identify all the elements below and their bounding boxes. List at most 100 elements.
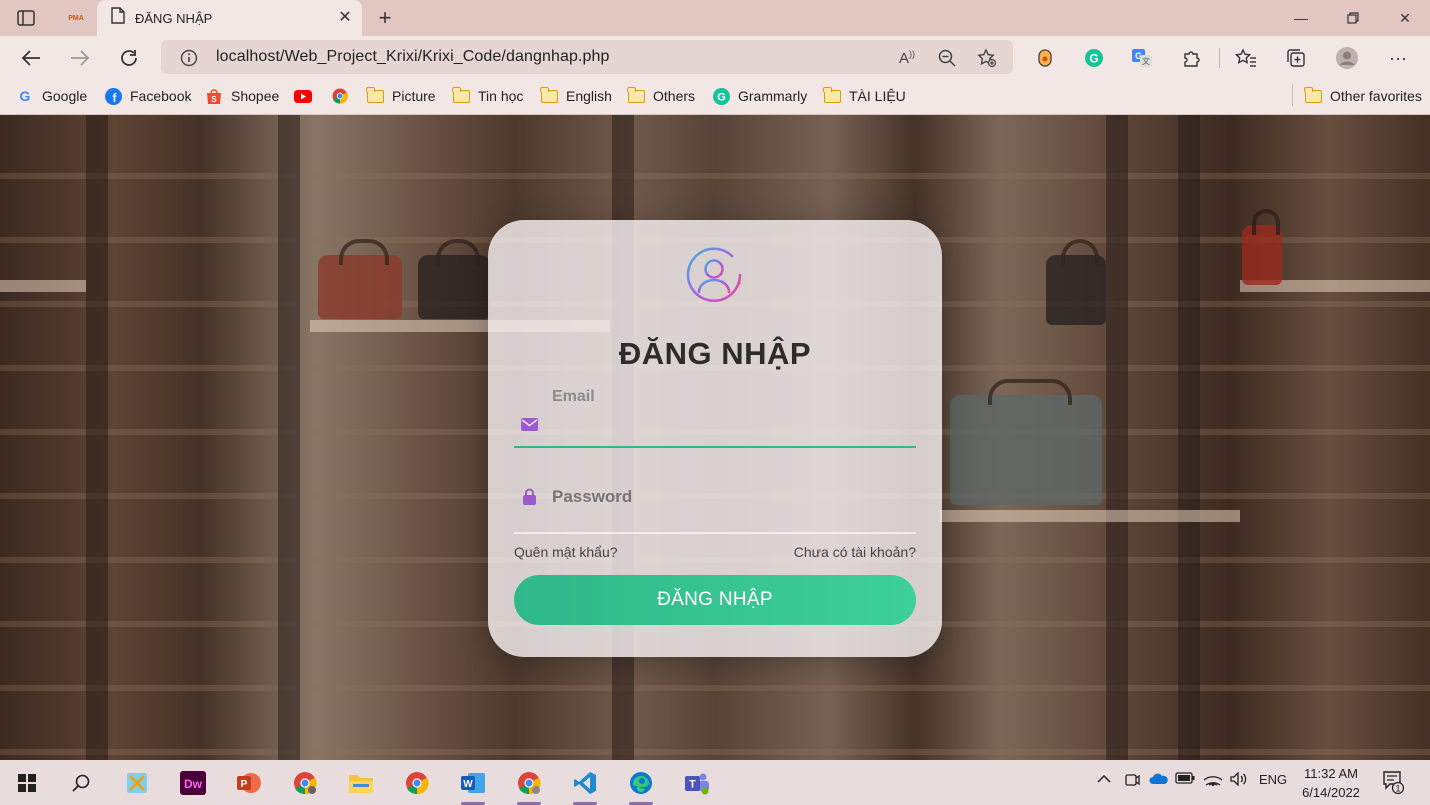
- collections-icon[interactable]: [1282, 44, 1310, 72]
- extensions-puzzle-icon[interactable]: [1178, 44, 1206, 72]
- forward-button[interactable]: [66, 44, 94, 72]
- bookmark-label: Google: [42, 88, 88, 104]
- email-input[interactable]: [514, 410, 916, 440]
- notification-count: 1: [1395, 784, 1400, 794]
- handbag-image: [1242, 209, 1282, 285]
- bookmark-label: Others: [653, 88, 696, 104]
- file-explorer-icon[interactable]: [343, 766, 379, 800]
- svg-text:G: G: [1089, 52, 1098, 66]
- pinned-tab-pma[interactable]: PMA: [56, 0, 96, 36]
- address-bar[interactable]: localhost/Web_Project_Krixi/Krixi_Code/d…: [161, 40, 1013, 74]
- dreamweaver-icon[interactable]: Dw: [175, 766, 211, 800]
- show-hidden-icons-icon[interactable]: [1097, 772, 1111, 787]
- bookmark-folder-english[interactable]: English: [539, 85, 612, 107]
- bookmark-folder-tin-hoc[interactable]: Tin học: [451, 85, 523, 107]
- chrome-profile-icon[interactable]: [287, 766, 323, 800]
- clock-time: 11:32 AM: [1304, 766, 1358, 781]
- bookmark-shopee[interactable]: S Shopee: [205, 85, 279, 107]
- translate-extension-icon[interactable]: G文: [1128, 44, 1156, 72]
- close-tab-icon[interactable]: ✕: [336, 9, 354, 27]
- svg-text:T: T: [689, 779, 696, 791]
- favorites-icon[interactable]: [1232, 44, 1260, 72]
- bookmark-youtube[interactable]: [294, 85, 320, 107]
- add-favorite-icon[interactable]: [976, 47, 998, 69]
- register-link[interactable]: Chưa có tài khoản?: [794, 544, 916, 560]
- new-tab-button[interactable]: +: [372, 5, 398, 31]
- tab-dang-nhap[interactable]: ĐĂNG NHẬP ✕: [97, 0, 362, 36]
- minimize-button[interactable]: —: [1286, 4, 1316, 32]
- bookmark-google[interactable]: G Google: [16, 85, 88, 107]
- shopee-icon: S: [205, 87, 223, 105]
- word-icon[interactable]: W: [455, 766, 491, 805]
- onedrive-icon[interactable]: [1149, 772, 1169, 788]
- store-shelf-post: [1106, 115, 1128, 760]
- tab-actions-icon[interactable]: [14, 6, 38, 30]
- bookmark-folder-others[interactable]: Others: [626, 85, 696, 107]
- windows-start-icon[interactable]: [9, 766, 45, 800]
- tab-title: ĐĂNG NHẬP: [135, 10, 213, 26]
- notification-center-icon[interactable]: 1: [1382, 770, 1405, 797]
- bookmark-grammarly[interactable]: G Grammarly: [712, 85, 807, 107]
- handbag-image: [318, 239, 402, 319]
- toolbar-divider: [1219, 48, 1220, 68]
- system-clock[interactable]: 11:32 AM 6/14/2022: [1296, 764, 1366, 802]
- bookmark-folder-picture[interactable]: Picture: [365, 85, 436, 107]
- edge-icon[interactable]: [623, 766, 659, 805]
- search-icon[interactable]: [63, 766, 99, 800]
- volume-icon[interactable]: [1230, 771, 1248, 789]
- svg-text:S: S: [211, 95, 217, 104]
- bookmark-label: Picture: [392, 88, 436, 104]
- bookmark-label: TÀI LIỆU: [849, 88, 906, 104]
- page-icon: [111, 7, 125, 29]
- language-indicator[interactable]: ENG: [1259, 772, 1287, 787]
- meet-now-icon[interactable]: [1124, 772, 1140, 791]
- login-card: ĐĂNG NHẬP Email Quên mật khẩu? Chưa có t…: [488, 220, 942, 657]
- profile-avatar[interactable]: [1333, 44, 1361, 72]
- vscode-icon[interactable]: [567, 766, 603, 805]
- login-button[interactable]: ĐĂNG NHẬP: [514, 575, 916, 625]
- bookmark-chrome-web[interactable]: [331, 85, 357, 107]
- wifi-icon[interactable]: [1203, 772, 1223, 789]
- chrome-app-icon[interactable]: [511, 766, 547, 805]
- svg-text:W: W: [463, 779, 473, 790]
- read-aloud-icon[interactable]: A)): [896, 47, 918, 69]
- url-text[interactable]: localhost/Web_Project_Krixi/Krixi_Code/d…: [216, 48, 609, 66]
- store-shelf-post: [86, 115, 108, 760]
- password-field[interactable]: [514, 482, 916, 534]
- bookmark-other-favorites[interactable]: Other favorites: [1303, 85, 1422, 107]
- teams-icon[interactable]: T: [679, 766, 715, 800]
- grammarly-extension-icon[interactable]: G: [1080, 44, 1108, 72]
- folder-icon: [451, 86, 470, 105]
- svg-text:文: 文: [1142, 56, 1150, 66]
- svg-text:P: P: [241, 779, 248, 790]
- handbag-image: [950, 379, 1102, 505]
- restore-button[interactable]: [1338, 4, 1368, 32]
- youtube-icon: [294, 87, 312, 105]
- bookmark-folder-tai-lieu[interactable]: TÀI LIỆU: [822, 85, 906, 107]
- bookmark-label: Shopee: [231, 88, 280, 104]
- close-window-button[interactable]: ✕: [1390, 4, 1420, 32]
- settings-more-icon[interactable]: ···: [1384, 44, 1412, 72]
- site-info-icon[interactable]: [178, 47, 200, 69]
- zoom-out-icon[interactable]: [936, 47, 958, 69]
- chrome-icon[interactable]: [399, 766, 435, 800]
- battery-icon[interactable]: [1175, 772, 1195, 787]
- password-input[interactable]: [514, 482, 916, 512]
- user-avatar-icon: [684, 245, 744, 305]
- bookmark-facebook[interactable]: f Facebook: [104, 85, 191, 107]
- login-page-background: ĐĂNG NHẬP Email Quên mật khẩu? Chưa có t…: [0, 115, 1430, 760]
- email-underline: [514, 446, 916, 448]
- bookmark-label: English: [566, 88, 612, 104]
- folder-icon: [1303, 86, 1322, 105]
- google-icon: G: [16, 87, 34, 105]
- folder-icon: [822, 86, 841, 105]
- back-button[interactable]: [17, 44, 45, 72]
- snipping-tool-icon[interactable]: [119, 766, 155, 800]
- email-label: Email: [552, 388, 595, 405]
- refresh-button[interactable]: [115, 44, 143, 72]
- shield-extension-icon[interactable]: [1031, 44, 1059, 72]
- email-field[interactable]: Email: [514, 382, 916, 448]
- folder-icon: [365, 86, 384, 105]
- powerpoint-icon[interactable]: P: [231, 766, 267, 800]
- forgot-password-link[interactable]: Quên mật khẩu?: [514, 544, 618, 560]
